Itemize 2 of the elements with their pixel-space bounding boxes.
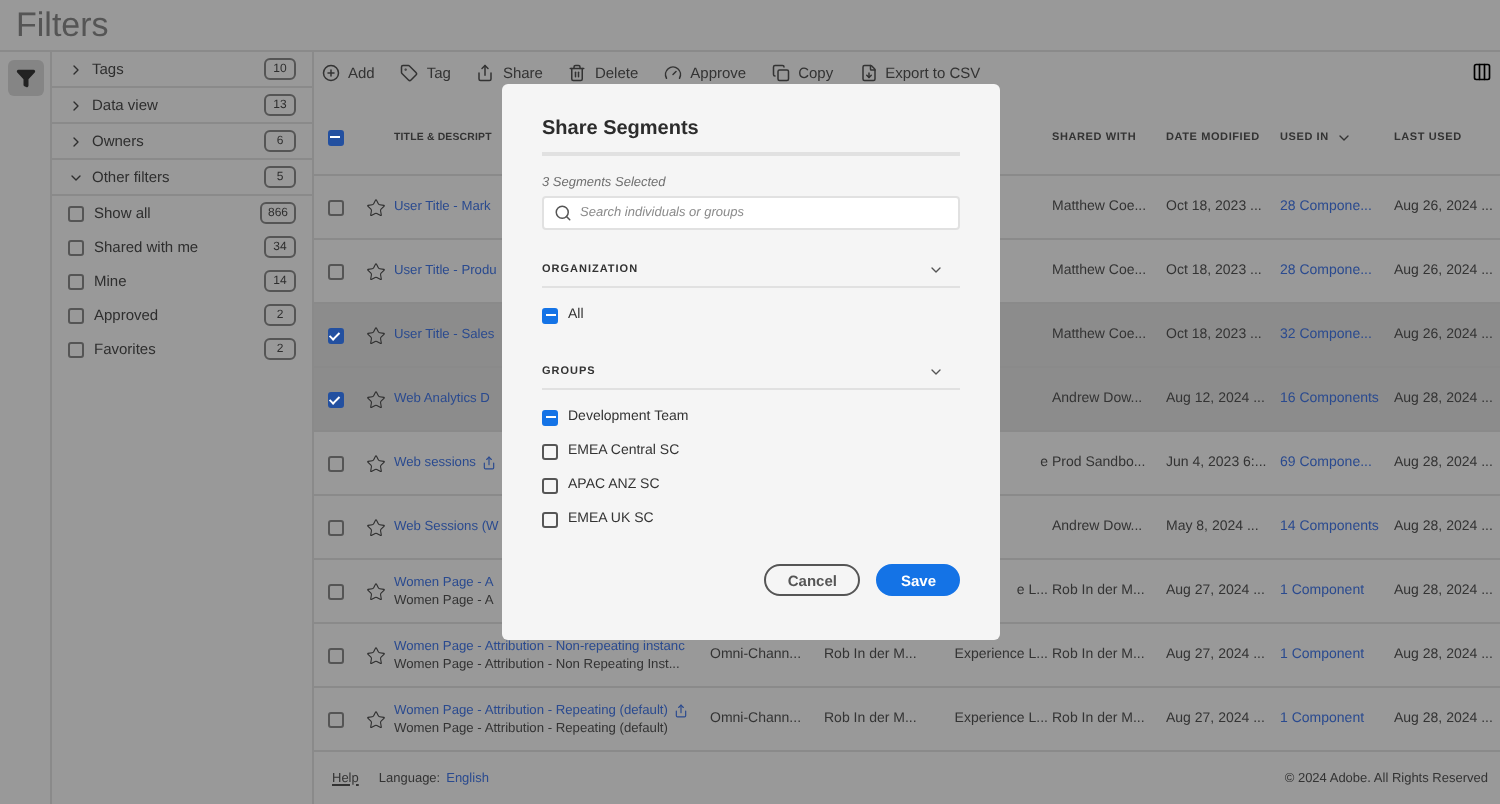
- dialog-title: Share Segments: [542, 118, 960, 156]
- page-title: Filters: [16, 5, 109, 45]
